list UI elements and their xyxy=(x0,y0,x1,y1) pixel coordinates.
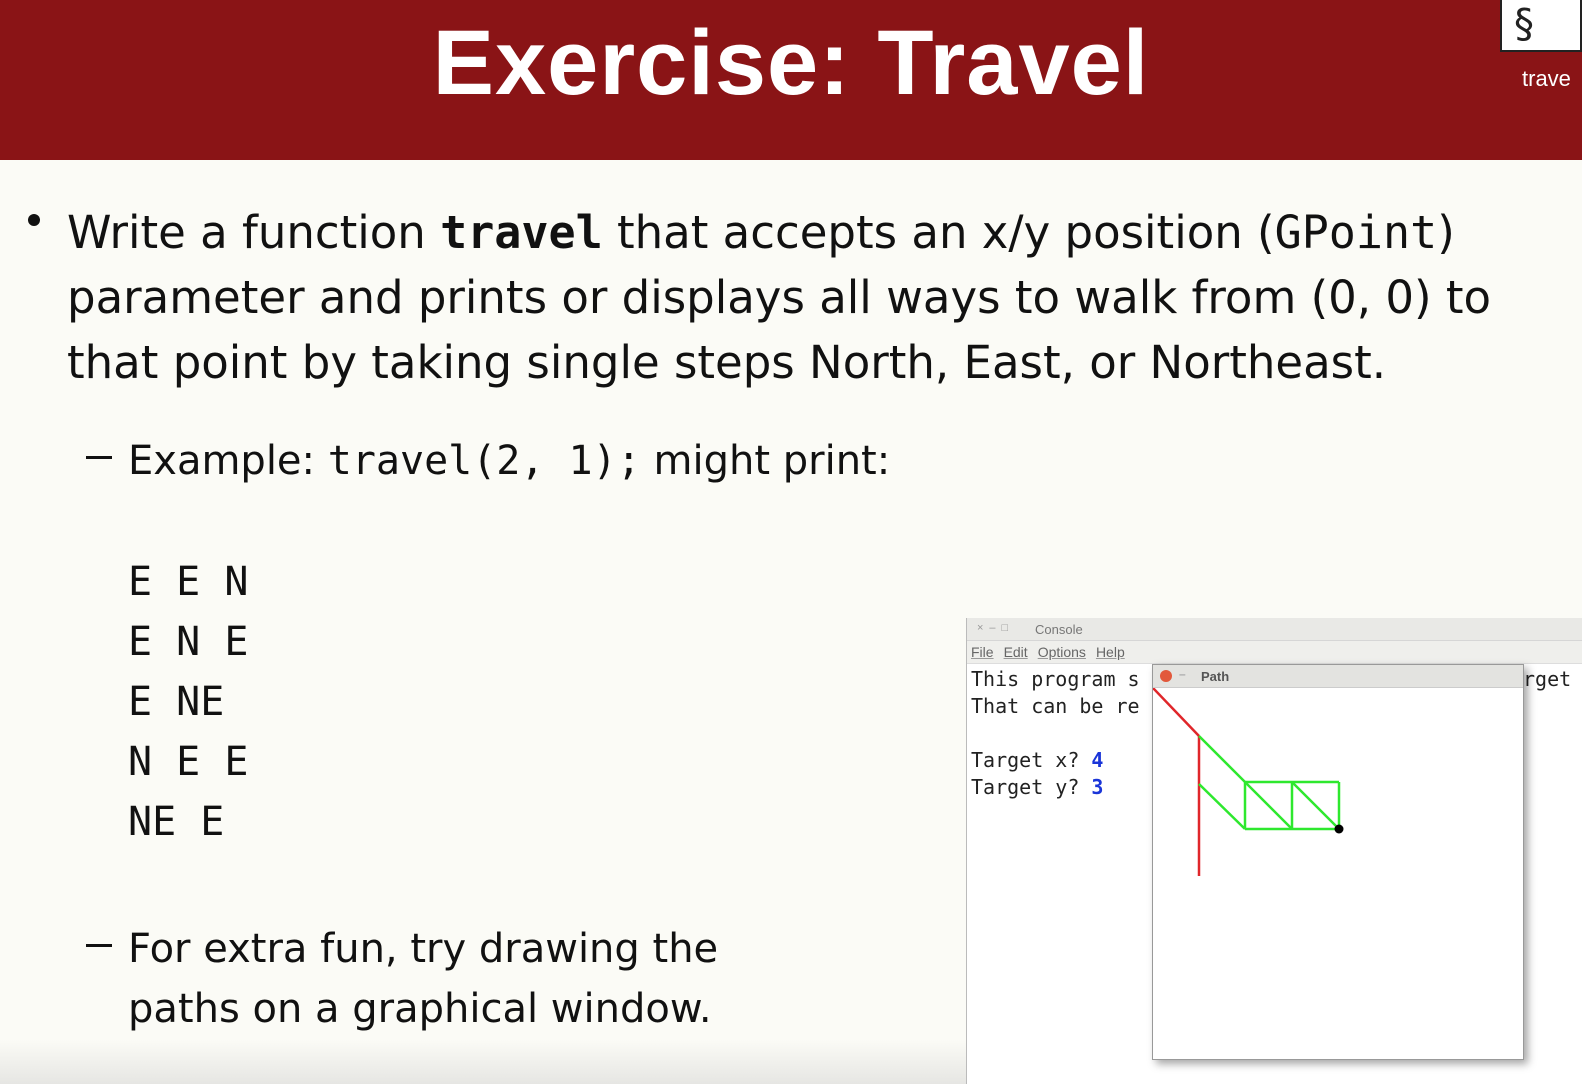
example-code: travel(2, 1); xyxy=(327,438,641,484)
sub-bullet-dash xyxy=(86,944,112,947)
example-line: Example: travel(2, 1); might print: xyxy=(128,432,890,490)
extra-line1: For extra fun, try drawing the xyxy=(128,926,719,972)
menu-help[interactable]: Help xyxy=(1096,644,1125,660)
path-item: NE E xyxy=(128,799,225,845)
console-line2: That can be re xyxy=(971,694,1140,718)
minimize-icon[interactable]: – xyxy=(1179,667,1186,681)
path-item: E E N xyxy=(128,559,249,605)
bottom-fade xyxy=(0,1040,966,1084)
example-suffix: might print: xyxy=(640,438,891,484)
close-icon[interactable] xyxy=(1160,670,1172,682)
bullet-icon xyxy=(28,214,40,226)
input-x: 4 xyxy=(1091,748,1104,772)
code-travel: travel xyxy=(440,206,603,259)
path-item: E N E xyxy=(128,619,249,665)
path-window-title: Path xyxy=(1201,669,1230,684)
logo-image: § xyxy=(1500,0,1582,52)
prompt-x: Target x? xyxy=(971,748,1092,772)
slide-header: Exercise: Travel xyxy=(0,0,1582,160)
prompt-y: Target y? xyxy=(971,775,1092,799)
input-y: 3 xyxy=(1091,775,1104,799)
console-line1: This program s xyxy=(971,667,1140,691)
logo-text: trave xyxy=(1522,66,1571,91)
console-titlebar[interactable]: ×–□ Console xyxy=(967,618,1582,641)
green-path xyxy=(1244,781,1293,830)
bullet-text: Write a function travel that accepts an … xyxy=(67,200,1547,395)
example-label: Example: xyxy=(128,438,328,484)
bullet-part2: that accepts an x/y position ( xyxy=(602,206,1275,259)
red-path-diagonal xyxy=(1153,688,1200,737)
console-title: Console xyxy=(1035,622,1083,637)
slide-title: Exercise: Travel xyxy=(432,12,1150,114)
path-titlebar[interactable]: – Path xyxy=(1153,665,1523,688)
bullet-part1: Write a function xyxy=(67,206,441,259)
path-item: N E E xyxy=(128,739,249,785)
sub-bullet-dash xyxy=(86,456,112,459)
path-list: E E N E N E E NE N E E NE E xyxy=(128,552,248,852)
end-point-dot xyxy=(1334,824,1344,834)
path-window[interactable]: – Path xyxy=(1152,664,1524,1060)
path-item: E NE xyxy=(128,679,225,725)
path-canvas xyxy=(1153,688,1344,876)
menu-file[interactable]: File xyxy=(971,644,994,660)
console-output: This program s That can be re Target x? 4… xyxy=(971,666,1140,801)
green-path xyxy=(1198,783,1246,830)
code-gpoint: GPoint xyxy=(1274,206,1438,259)
green-path xyxy=(1291,781,1340,830)
menu-edit[interactable]: Edit xyxy=(1004,644,1028,660)
menu-options[interactable]: Options xyxy=(1038,644,1086,660)
console-line1-tail: rget xyxy=(1523,667,1572,691)
green-path xyxy=(1198,735,1246,783)
window-controls-icon[interactable]: ×–□ xyxy=(977,622,1014,634)
extra-line2: paths on a graphical window. xyxy=(128,986,712,1032)
logo-icon: § xyxy=(1514,1,1534,47)
console-menubar: File Edit Options Help xyxy=(967,641,1582,664)
